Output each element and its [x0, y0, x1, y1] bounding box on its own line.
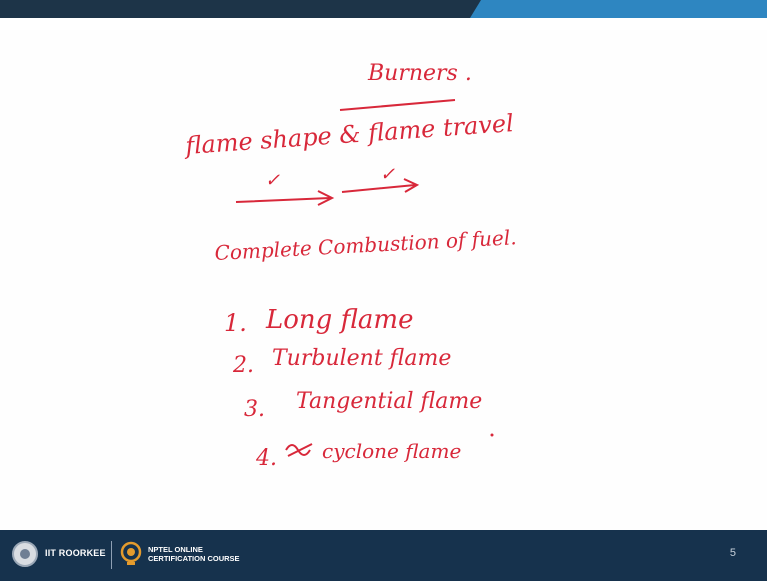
nptel-line-1: NPTEL ONLINE — [148, 545, 203, 554]
title-underline — [339, 99, 456, 111]
list-text-4: cyclone flame — [322, 439, 461, 463]
check-mark-2: ✓ — [380, 164, 395, 185]
footer-bar: IIT ROORKEE NPTEL ONLINE CERTIFICATION C… — [0, 530, 767, 581]
check-mark-1: ✓ — [265, 170, 280, 191]
list-text-2: Turbulent flame — [272, 346, 451, 371]
nptel-logo-icon — [120, 541, 142, 565]
iit-roorkee-label: IIT ROORKEE — [45, 548, 106, 558]
slide-canvas: Burners . flame shape & flame travel ✓ ✓… — [0, 30, 767, 530]
list-text-3: Tangential flame — [296, 389, 482, 414]
list-text-1: Long flame — [265, 305, 413, 335]
combustion-statement: Complete Combustion of fuel. — [214, 225, 517, 265]
iit-roorkee-logo-icon — [12, 541, 38, 567]
arrow-1 — [235, 190, 335, 206]
nptel-label: NPTEL ONLINE CERTIFICATION COURSE — [148, 545, 240, 563]
list-number-4: 4. — [255, 446, 277, 471]
list-number-2: 2. — [232, 353, 254, 378]
page-number: 5 — [729, 547, 736, 559]
scribble-mark — [285, 443, 313, 457]
slide-title: Burners . — [367, 61, 472, 86]
list-number-1: 1. — [224, 309, 247, 337]
top-banner — [0, 0, 767, 30]
slide-subtitle: flame shape & flame travel — [182, 109, 514, 160]
nptel-line-2: CERTIFICATION COURSE — [148, 554, 240, 563]
ink-dot — [490, 433, 494, 437]
list-number-3: 3. — [244, 397, 265, 422]
footer-divider — [111, 541, 112, 569]
